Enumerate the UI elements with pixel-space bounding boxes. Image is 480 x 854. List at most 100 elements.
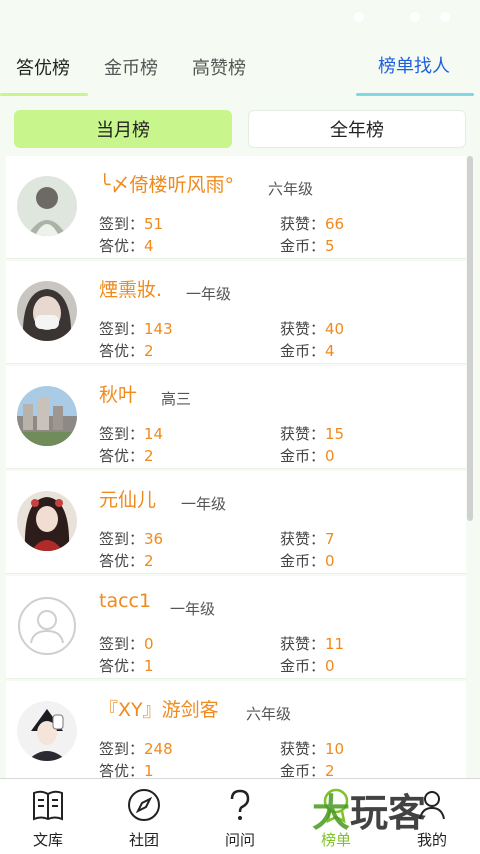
likes-value: 66	[325, 215, 345, 233]
user-name: 煙熏妝.	[99, 279, 163, 301]
user-grade: 一年级	[170, 600, 216, 618]
best-answer-value: 2	[144, 552, 154, 570]
best-answer-stat: 答优：4	[99, 235, 154, 256]
tab-likes[interactable]: 高赞榜	[192, 54, 246, 80]
likes-stat: 获赞：66	[280, 213, 344, 234]
coins-label: 金币：	[280, 237, 326, 255]
checkin-label: 签到：	[99, 425, 145, 443]
tab-coins[interactable]: 金币榜	[104, 54, 158, 80]
list-item[interactable]: 煙熏妝. 一年级 签到：143 获赞：40 答优：2 金币：4	[6, 261, 466, 364]
checkin-stat: 签到：51	[99, 213, 163, 234]
best-answer-value: 4	[144, 237, 154, 255]
checkin-label: 签到：	[99, 215, 145, 233]
coins-stat: 金币：2	[280, 760, 335, 778]
active-tab-indicator	[0, 93, 88, 96]
month-ranking-button[interactable]: 当月榜	[14, 110, 232, 148]
coins-value: 0	[325, 657, 335, 675]
status-icon	[410, 12, 420, 22]
likes-value: 11	[325, 635, 345, 653]
likes-value: 10	[325, 740, 345, 758]
nav-label: 社团	[128, 831, 159, 849]
user-name: 元仙儿	[99, 489, 157, 511]
checkin-label: 签到：	[99, 740, 145, 758]
checkin-label: 签到：	[99, 635, 145, 653]
best-answer-stat: 答优：1	[99, 655, 154, 676]
likes-label: 获赞：	[280, 215, 326, 233]
user-grade: 六年级	[268, 180, 314, 198]
year-ranking-button[interactable]: 全年榜	[248, 110, 466, 148]
list-item[interactable]: ╰〆倚楼听风雨° 六年级 签到：51 获赞：66 答优：4 金币：5	[6, 156, 466, 259]
best-answer-value: 2	[144, 447, 154, 465]
list-item[interactable]: tacc1 一年级 签到：0 获赞：11 答优：1 金币：0	[6, 576, 466, 679]
best-answer-stat: 答优：2	[99, 445, 154, 466]
nav-library[interactable]: 文库	[0, 779, 96, 854]
checkin-stat: 签到：143	[99, 318, 173, 339]
coins-stat: 金币：0	[280, 550, 335, 571]
list-item[interactable]: 秋叶 高三 签到：14 获赞：15 答优：2 金币：0	[6, 366, 466, 469]
user-grade: 高三	[161, 390, 192, 408]
checkin-value: 36	[144, 530, 164, 548]
nav-club[interactable]: 社团	[96, 779, 192, 854]
find-people-underline	[356, 93, 474, 96]
scrollbar[interactable]	[467, 156, 473, 521]
likes-label: 获赞：	[280, 425, 326, 443]
best-answer-label: 答优：	[99, 762, 145, 778]
coins-value: 0	[325, 552, 335, 570]
likes-value: 15	[325, 425, 345, 443]
checkin-value: 51	[144, 215, 164, 233]
book-icon	[33, 790, 63, 821]
likes-stat: 获赞：7	[280, 528, 335, 549]
best-answer-value: 1	[144, 762, 154, 778]
coins-stat: 金币：0	[280, 655, 335, 676]
avatar	[17, 176, 77, 236]
watermark-part: 玩客	[350, 791, 427, 835]
coins-stat: 金币：5	[280, 235, 335, 256]
user-grade: 一年级	[181, 495, 227, 513]
nav-ask[interactable]: 问问	[192, 779, 288, 854]
ranking-list: ╰〆倚楼听风雨° 六年级 签到：51 获赞：66 答优：4 金币：5 煙熏妝. …	[6, 156, 466, 778]
avatar	[17, 701, 77, 761]
best-answer-label: 答优：	[99, 342, 145, 360]
checkin-value: 143	[144, 320, 173, 338]
coins-value: 5	[325, 237, 335, 255]
checkin-label: 签到：	[99, 530, 145, 548]
coins-label: 金币：	[280, 342, 326, 360]
user-grade: 六年级	[246, 705, 292, 723]
avatar	[17, 596, 77, 656]
status-bar	[0, 0, 480, 36]
coins-label: 金币：	[280, 447, 326, 465]
avatar	[17, 281, 77, 341]
checkin-value: 248	[144, 740, 173, 758]
likes-label: 获赞：	[280, 740, 326, 758]
coins-label: 金币：	[280, 657, 326, 675]
default-user-icon	[18, 597, 76, 655]
likes-label: 获赞：	[280, 635, 326, 653]
checkin-stat: 签到：248	[99, 738, 173, 759]
watermark-logo: 大玩客	[312, 782, 426, 837]
coins-stat: 金币：4	[280, 340, 335, 361]
user-name: tacc1	[99, 590, 152, 612]
question-icon	[230, 789, 250, 820]
status-icon	[440, 12, 450, 22]
nav-label: 问问	[224, 831, 255, 849]
likes-stat: 获赞：10	[280, 738, 344, 759]
coins-label: 金币：	[280, 762, 326, 778]
list-item[interactable]: 『XY』游剑客 六年级 签到：248 获赞：10 答优：1 金币：2	[6, 681, 466, 778]
watermark-part: 大	[312, 791, 351, 835]
best-answer-value: 2	[144, 342, 154, 360]
status-icon	[354, 12, 364, 22]
avatar	[17, 386, 77, 446]
find-people-button[interactable]: 榜单找人	[378, 52, 450, 78]
checkin-stat: 签到：0	[99, 633, 154, 654]
user-name: 秋叶	[99, 384, 138, 406]
top-tabs: 答优榜 金币榜 高赞榜 榜单找人	[0, 36, 480, 96]
list-item[interactable]: 元仙儿 一年级 签到：36 获赞：7 答优：2 金币：0	[6, 471, 466, 574]
likes-stat: 获赞：15	[280, 423, 344, 444]
checkin-stat: 签到：14	[99, 423, 163, 444]
tab-best-answer[interactable]: 答优榜	[16, 54, 70, 80]
checkin-stat: 签到：36	[99, 528, 163, 549]
user-grade: 一年级	[186, 285, 232, 303]
coins-value: 0	[325, 447, 335, 465]
compass-icon	[128, 789, 160, 821]
likes-label: 获赞：	[280, 320, 326, 338]
